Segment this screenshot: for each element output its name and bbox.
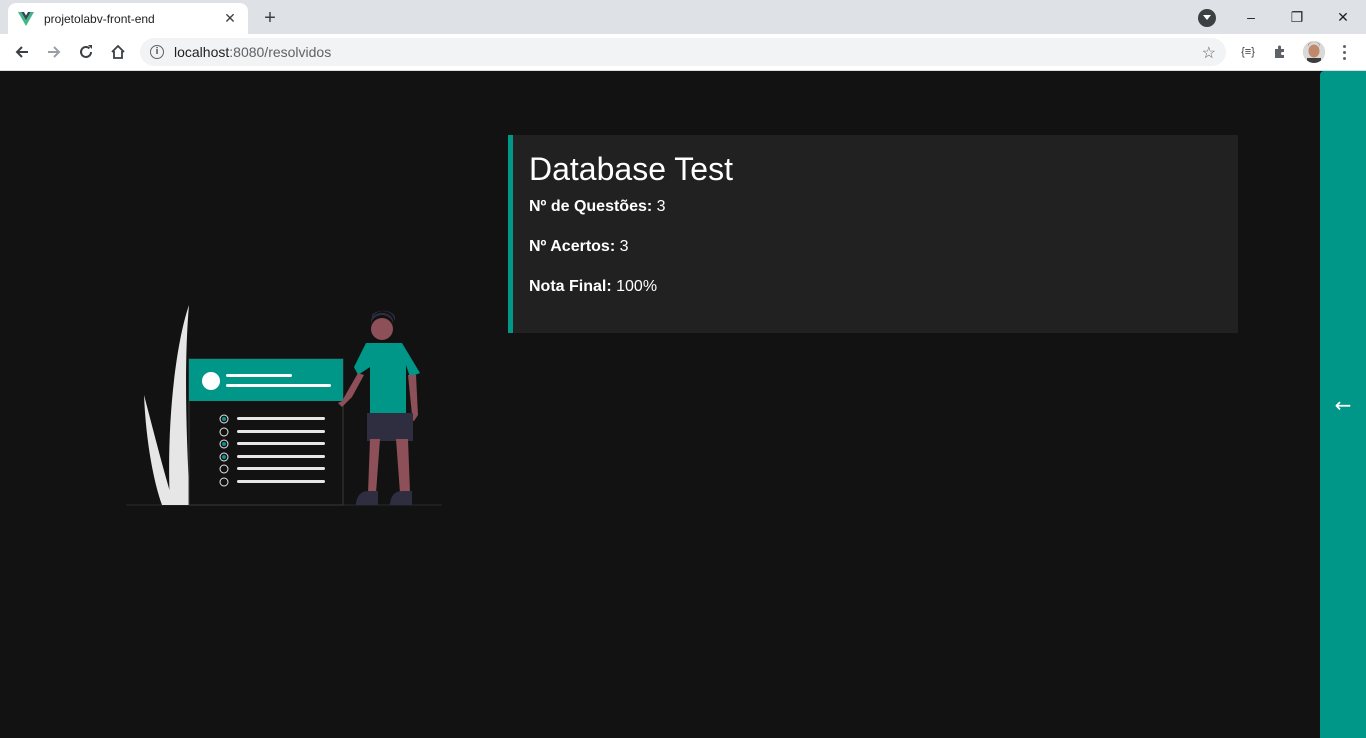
- bookmark-star-icon[interactable]: ☆: [1202, 43, 1216, 63]
- tab-strip: projetolabv-front-end ✕ + – ❐ ✕: [0, 0, 1366, 34]
- card-title: Database Test: [529, 151, 733, 187]
- forward-icon[interactable]: [42, 40, 66, 64]
- back-icon[interactable]: [10, 40, 34, 64]
- browser-tab[interactable]: projetolabv-front-end ✕: [8, 3, 248, 34]
- vue-logo-icon: [18, 11, 34, 27]
- back-arrow-icon[interactable]: ←: [1335, 393, 1352, 417]
- new-tab-button[interactable]: +: [258, 6, 282, 30]
- url-host: localhost: [174, 44, 230, 60]
- side-back-panel[interactable]: ←: [1320, 71, 1366, 738]
- questions-label: Nº de Questões:: [529, 198, 653, 215]
- site-info-icon[interactable]: i: [150, 45, 164, 59]
- address-bar[interactable]: i localhost:8080/resolvidos ☆: [140, 38, 1226, 66]
- extensions-puzzle-icon[interactable]: [1270, 42, 1290, 62]
- correct-row: Nº Acertos: 3: [529, 238, 1222, 256]
- questions-row: Nº de Questões: 3: [529, 198, 1222, 216]
- home-icon[interactable]: [106, 40, 130, 64]
- profile-avatar[interactable]: [1303, 41, 1325, 63]
- page-content: Database Test Nº de Questões: 3 Nº Acert…: [0, 71, 1366, 738]
- checklist-person-illustration: [126, 305, 442, 506]
- restore-button[interactable]: ❐: [1274, 0, 1320, 34]
- questions-value: 3: [656, 198, 666, 215]
- tab-title: projetolabv-front-end: [44, 11, 155, 26]
- minimize-button[interactable]: –: [1228, 0, 1274, 34]
- correct-label: Nº Acertos:: [529, 238, 616, 255]
- json-extension-icon[interactable]: {≡}: [1238, 42, 1258, 62]
- tab-close-icon[interactable]: ✕: [222, 10, 238, 27]
- browser-toolbar: i localhost:8080/resolvidos ☆ {≡}: [0, 34, 1366, 71]
- reload-icon[interactable]: [74, 40, 98, 64]
- correct-value: 3: [619, 238, 629, 255]
- result-card: Database Test Nº de Questões: 3 Nº Acert…: [508, 135, 1238, 333]
- grade-label: Nota Final:: [529, 278, 612, 295]
- grade-row: Nota Final: 100%: [529, 278, 1222, 296]
- browser-menu-icon[interactable]: [1334, 42, 1354, 62]
- url-path: :8080/resolvidos: [229, 44, 332, 60]
- window-close-button[interactable]: ✕: [1320, 0, 1366, 34]
- tab-search-icon[interactable]: [1198, 9, 1216, 27]
- grade-value: 100%: [616, 278, 658, 295]
